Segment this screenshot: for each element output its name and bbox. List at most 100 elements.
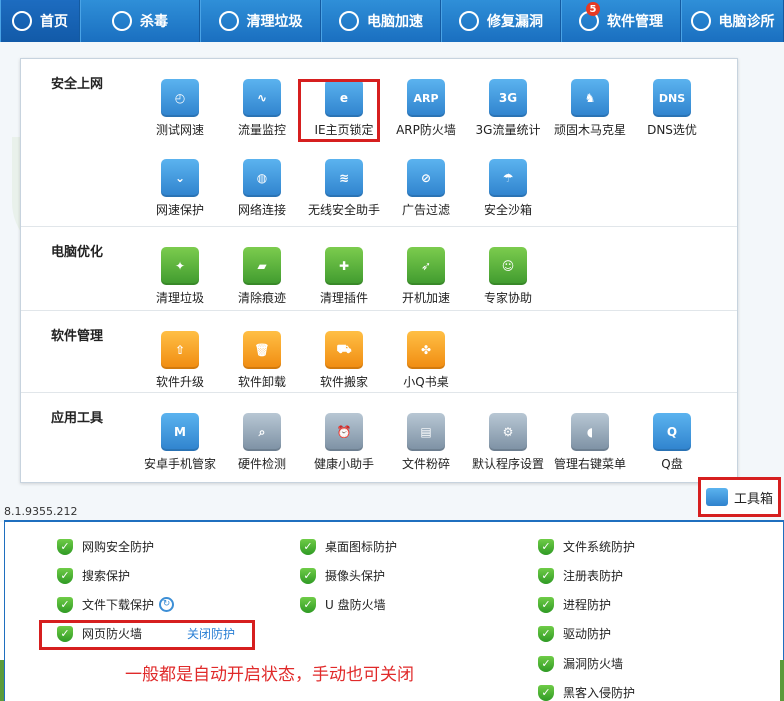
tool-item[interactable]: ◖ 管理右键菜单 [549,413,631,472]
globe-icon: ◍ [243,159,281,197]
tool-item[interactable]: ⚙ 默认程序设置 [467,413,549,472]
refresh-icon[interactable]: ↻ [159,597,175,612]
shield-check-icon: ✓ [57,596,73,613]
tool-item[interactable]: ➶ 开机加速 [385,247,467,306]
tool-label: 网速保护 [155,203,204,217]
tool-label: 硬件检测 [237,457,286,471]
nav-tab-4[interactable]: 修复漏洞 [441,0,561,42]
tool-item[interactable]: DNS DNS选优 [631,79,713,138]
tool-item[interactable]: M 安卓手机管家 [139,413,221,472]
toolbox-panel: 安全上网 ◴ 测试网速 ∿ 流量监控 e IE主页锁定 ARP ARP防火墙 3G 3G流量统计 ♞ 顽… [20,58,738,483]
tool-item[interactable]: ARP ARP防火墙 [385,79,467,138]
tool-item[interactable]: ⛟ 软件搬家 [303,331,385,390]
tool-item[interactable]: ◍ 网络连接 [221,159,303,218]
nav-tab-label: 修复漏洞 [487,14,543,30]
protection-item: ✓ 搜索保护 [57,567,130,584]
shield-check-icon: ✓ [300,567,316,584]
tool-label: 清除痕迹 [237,291,286,305]
shield-check-icon: ✓ [57,538,73,555]
section-title: 电脑优化 [51,245,104,260]
tool-item[interactable]: ◴ 测试网速 [139,79,221,138]
tool-label: 广告过滤 [401,203,450,217]
tool-item[interactable]: ⌕ 硬件检测 [221,413,303,472]
tool-item[interactable]: ▰ 清除痕迹 [221,247,303,306]
nav-tab-label: 软件管理 [607,14,663,30]
nav-tab-0[interactable]: 首页 [0,0,80,42]
protection-item: ✓ 文件系统防护 [538,538,635,555]
tool-label: 小Q书桌 [403,375,449,389]
tool-item[interactable]: ✚ 清理插件 [303,247,385,306]
protection-item: ✓ 黑客入侵防护 [538,684,635,701]
tool-label: 软件升级 [155,375,204,389]
nav-tab-2[interactable]: 清理垃圾 [200,0,321,42]
mouse-icon: ◖ [571,413,609,451]
toolbox-button[interactable]: 工具箱 [698,477,781,517]
android-shield-icon: M [161,413,199,451]
tool-label: 健康小助手 [313,457,374,471]
shield-check-icon: ✓ [538,567,554,584]
tool-label: 软件卸载 [237,375,286,389]
alarm-clock-icon: ⏰ [325,413,363,451]
q-disk-icon: Q [653,413,691,451]
rocket-icon: ➶ [407,247,445,285]
tool-item[interactable]: 3G 3G流量统计 [467,79,549,138]
wifi-icon: ≋ [325,159,363,197]
tool-item[interactable]: 🗑 软件卸载 [221,331,303,390]
tool-label: DNS选优 [647,123,697,137]
tool-item[interactable]: ⌄ 网速保护 [139,159,221,218]
tool-item[interactable]: ⊘ 广告过滤 [385,159,467,218]
shield-check-icon: ✓ [538,684,554,701]
nav-tab-1[interactable]: 杀毒 [80,0,200,42]
shield-check-icon: ✓ [300,538,316,555]
nav-tab-3[interactable]: 电脑加速 [321,0,441,42]
highlight-box-web-firewall [39,620,255,650]
tool-item[interactable]: ▤ 文件粉碎 [385,413,467,472]
tool-item[interactable]: ☂ 安全沙箱 [467,159,549,218]
nav-tab-6[interactable]: 电脑诊所 [681,0,784,42]
eraser-icon: ▰ [243,247,281,285]
tool-label: Q盘 [661,457,683,471]
tool-item[interactable]: ⏰ 健康小助手 [303,413,385,472]
tool-section: 应用工具 M 安卓手机管家 ⌕ 硬件检测 ⏰ 健康小助手 ▤ 文件粉碎 ⚙ 默认程序设置 ◖ 管理右键菜… [21,393,737,484]
protection-label: 摄像头保护 [325,569,386,583]
chess-knight-icon: ♞ [571,79,609,117]
protection-label: 漏洞防火墙 [563,657,624,671]
shield-check-icon: ✓ [538,538,554,555]
section-title: 应用工具 [51,411,104,426]
shield-check-icon: ✓ [538,625,554,642]
gear-icon: ⚙ [489,413,527,451]
section-title: 软件管理 [51,329,104,344]
tool-label: 文件粉碎 [401,457,450,471]
protection-item: ✓ 漏洞防火墙 [538,655,623,672]
tool-label: 安全沙箱 [483,203,532,217]
protection-item: ✓ 网购安全防护 [57,538,154,555]
tool-label: 默认程序设置 [471,457,544,471]
tool-label: 无线安全助手 [307,203,380,217]
tool-item[interactable]: ☺ 专家协助 [467,247,549,306]
tool-item[interactable]: ✦ 清理垃圾 [139,247,221,306]
tool-item[interactable]: ∿ 流量监控 [221,79,303,138]
tool-item[interactable]: ♞ 顽固木马克星 [549,79,631,138]
stethoscope-icon [690,11,711,31]
toolbox-icon [705,488,728,506]
nav-tab-5[interactable]: 5 软件管理 [561,0,681,42]
protection-label: 注册表防护 [563,569,624,583]
shredder-icon: ▤ [407,413,445,451]
tool-item[interactable]: Q Q盘 [631,413,713,472]
antivirus-icon [112,11,132,31]
tool-item[interactable]: ✤ 小Q书桌 [385,331,467,390]
tool-item[interactable]: ≋ 无线安全助手 [303,159,385,218]
monitor-icon [12,11,32,31]
update-count-badge: 5 [586,2,600,16]
protection-item: ✓ 注册表防护 [538,567,623,584]
protection-status-panel: 一般都是自动开启状态，手动也可关闭 ✓ 网购安全防护 ✓ 搜索保护 ✓ 文件下载保护 ↻ ✓ 网… [4,520,784,701]
green-edge-left [0,660,4,701]
tool-label: 3G流量统计 [475,123,541,137]
nav-tab-label: 清理垃圾 [246,14,303,30]
tool-item[interactable]: ⇧ 软件升级 [139,331,221,390]
tool-section: 电脑优化 ✦ 清理垃圾 ▰ 清除痕迹 ✚ 清理插件 ➶ 开机加速 ☺ 专家协助 [21,227,737,311]
protection-item: ✓ U 盘防火墙 [300,596,386,613]
section-title: 安全上网 [51,77,104,92]
sandbox-icon: ☂ [489,159,527,197]
broom-icon: ✦ [161,247,199,285]
